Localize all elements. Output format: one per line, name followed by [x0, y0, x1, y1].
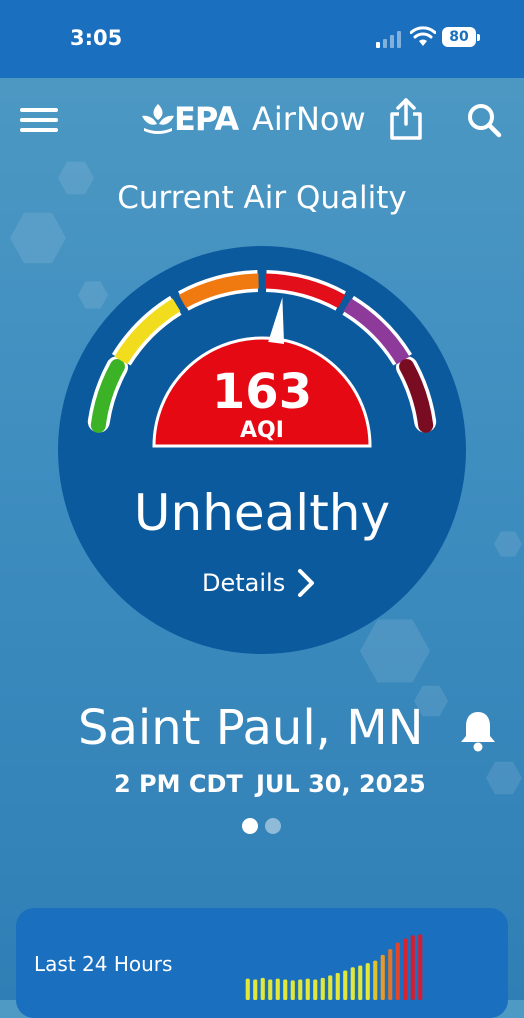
- chevron-right-icon: [298, 569, 314, 597]
- section-title: Current Air Quality: [117, 180, 407, 216]
- history-bar: [418, 934, 423, 1000]
- location-name: Saint Paul, MN: [78, 700, 424, 756]
- app-header: EPA AirNow: [0, 78, 524, 164]
- observation-date: JUL 30, 2025: [256, 770, 426, 798]
- background-hexagon: [494, 531, 522, 557]
- aqi-unit: AQI: [240, 418, 284, 443]
- observation-hour: 2 PM CDT: [114, 770, 243, 798]
- history-bar: [253, 979, 258, 1000]
- observation-time: 2 PM CDT JUL 30, 2025: [0, 770, 524, 802]
- share-icon[interactable]: [388, 96, 424, 140]
- aqi-value: 163: [211, 364, 313, 420]
- history-card[interactable]: Last 24 Hours: [16, 908, 508, 1018]
- wifi-icon: [410, 26, 436, 46]
- app-title: AirNow: [252, 100, 366, 138]
- details-label: Details: [202, 569, 286, 597]
- page-dot[interactable]: [265, 818, 281, 834]
- history-bar: [388, 949, 393, 1000]
- gauge-needle: [268, 297, 285, 345]
- history-bar: [350, 967, 355, 1000]
- status-time: 3:05: [70, 26, 123, 50]
- page-indicator[interactable]: [242, 818, 282, 836]
- history-bar: [245, 978, 250, 1000]
- history-bar: [335, 972, 340, 1000]
- epa-logo: EPA: [140, 100, 240, 140]
- hamburger-menu-icon[interactable]: [20, 106, 60, 134]
- history-bar: [305, 978, 310, 1000]
- history-bar: [328, 975, 333, 1000]
- history-bar: [395, 942, 400, 1000]
- history-bar: [343, 970, 348, 1000]
- history-bar-chart: [245, 934, 423, 1000]
- epa-flower-icon: [142, 104, 174, 134]
- notification-bell-icon[interactable]: [456, 708, 500, 752]
- status-bar: 3:05 80: [0, 0, 524, 78]
- history-bar: [365, 963, 370, 1000]
- history-title: Last 24 Hours: [34, 952, 173, 976]
- details-button[interactable]: Details: [196, 564, 328, 604]
- history-bar: [403, 938, 408, 1000]
- aqi-category: Unhealthy: [133, 484, 391, 542]
- search-icon[interactable]: [466, 102, 502, 138]
- history-bar: [260, 977, 265, 1000]
- history-bar: [313, 979, 318, 1000]
- history-bar: [320, 977, 325, 1000]
- history-bar: [298, 979, 303, 1000]
- epa-logo-text: EPA: [174, 100, 239, 138]
- cellular-signal-icon: [376, 31, 401, 48]
- history-bar: [275, 978, 280, 1000]
- history-bar: [290, 980, 295, 1000]
- battery-indicator: 80: [442, 27, 480, 47]
- history-bar: [380, 954, 385, 1000]
- history-bar: [358, 965, 363, 1000]
- history-bar: [283, 979, 288, 1000]
- page-dot-active[interactable]: [242, 818, 258, 834]
- history-bar: [373, 960, 378, 1000]
- history-bar: [268, 979, 273, 1000]
- history-bar: [410, 935, 415, 1000]
